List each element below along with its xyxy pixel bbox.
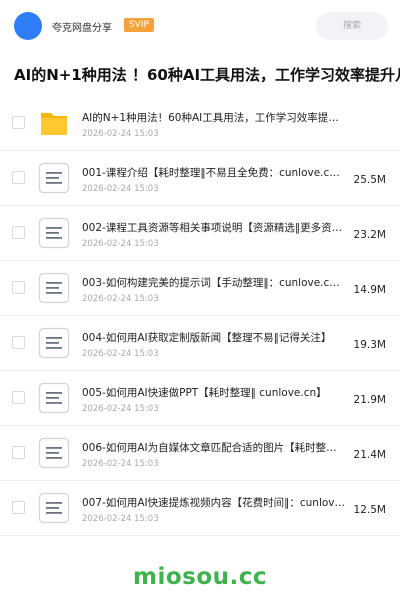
avatar[interactable]: [14, 12, 42, 40]
file-row[interactable]: 003-如何构建完美的提示词【手动整理‖：cunlove.cn】 2026-02…: [0, 261, 400, 316]
file-date: 2026-02-24 15:03: [82, 294, 159, 304]
checkbox[interactable]: [12, 281, 25, 294]
file-row[interactable]: 001-课程介绍【耗时整理‖不易且全免费：cunlove.cn】 2026-02…: [0, 151, 400, 206]
file-row[interactable]: AI的N+1种用法！60种AI工具用法，工作学习效率提升几十倍 2026-02-…: [0, 96, 400, 151]
document-icon: [38, 217, 70, 249]
document-icon: [38, 437, 70, 469]
file-name: 002-课程工具资源等相关事项说明【资源精选‖更多资源】: [82, 222, 346, 234]
checkbox[interactable]: [12, 446, 25, 459]
folder-icon: [38, 107, 70, 139]
file-size: 21.9M: [353, 394, 386, 406]
file-date: 2026-02-24 15:03: [82, 184, 159, 194]
page-title: AI的N+1种用法 ！60种AI工具用法，工作学习效率提升几十倍: [14, 66, 400, 84]
file-name: 007-如何用AI快速提炼视频内容【花费时间‖：cunlove】: [82, 497, 346, 509]
file-row[interactable]: 007-如何用AI快速提炼视频内容【花费时间‖：cunlove】 2026-02…: [0, 481, 400, 536]
file-name: 004-如何用AI获取定制版新闻【整理不易‖记得关注】: [82, 332, 332, 344]
file-size: 21.4M: [353, 449, 386, 461]
file-date: 2026-02-24 15:03: [82, 404, 159, 414]
document-icon: [38, 272, 70, 304]
file-name: AI的N+1种用法！60种AI工具用法，工作学习效率提升几十倍: [82, 112, 346, 124]
svip-badge: SVIP: [124, 18, 154, 32]
file-size: 23.2M: [353, 229, 386, 241]
file-date: 2026-02-24 15:03: [82, 459, 159, 469]
share-name: 夸克网盘分享: [52, 23, 112, 34]
file-date: 2026-02-24 15:03: [82, 239, 159, 249]
file-date: 2026-02-24 15:03: [82, 129, 159, 139]
file-list: AI的N+1种用法！60种AI工具用法，工作学习效率提升几十倍 2026-02-…: [0, 96, 400, 536]
file-date: 2026-02-24 15:03: [82, 349, 159, 359]
file-size: 25.5M: [353, 174, 386, 186]
file-row[interactable]: 002-课程工具资源等相关事项说明【资源精选‖更多资源】 2026-02-24 …: [0, 206, 400, 261]
file-size: 19.3M: [353, 339, 386, 351]
file-row[interactable]: 004-如何用AI获取定制版新闻【整理不易‖记得关注】 2026-02-24 1…: [0, 316, 400, 371]
checkbox[interactable]: [12, 171, 25, 184]
file-row[interactable]: 005-如何用AI快速做PPT【耗时整理‖ cunlove.cn】 2026-0…: [0, 371, 400, 426]
file-size: 14.9M: [353, 284, 386, 296]
document-icon: [38, 327, 70, 359]
checkbox[interactable]: [12, 226, 25, 239]
file-name: 001-课程介绍【耗时整理‖不易且全免费：cunlove.cn】: [82, 167, 346, 179]
checkbox[interactable]: [12, 336, 25, 349]
document-icon: [38, 162, 70, 194]
checkbox[interactable]: [12, 391, 25, 404]
document-icon: [38, 492, 70, 524]
file-row[interactable]: 006-如何用AI为自媒体文章匹配合适的图片【耗时整理】 2026-02-24 …: [0, 426, 400, 481]
checkbox[interactable]: [12, 116, 25, 129]
share-header: 夸克网盘分享 SVIP: [0, 0, 400, 52]
file-size: 12.5M: [353, 504, 386, 516]
checkbox[interactable]: [12, 501, 25, 514]
file-date: 2026-02-24 15:03: [82, 514, 159, 524]
search-input[interactable]: [316, 12, 388, 40]
document-icon: [38, 382, 70, 414]
file-name: 005-如何用AI快速做PPT【耗时整理‖ cunlove.cn】: [82, 387, 327, 399]
watermark: miosou.cc: [132, 564, 268, 590]
file-name: 003-如何构建完美的提示词【手动整理‖：cunlove.cn】: [82, 277, 346, 289]
file-name: 006-如何用AI为自媒体文章匹配合适的图片【耗时整理】: [82, 442, 346, 454]
